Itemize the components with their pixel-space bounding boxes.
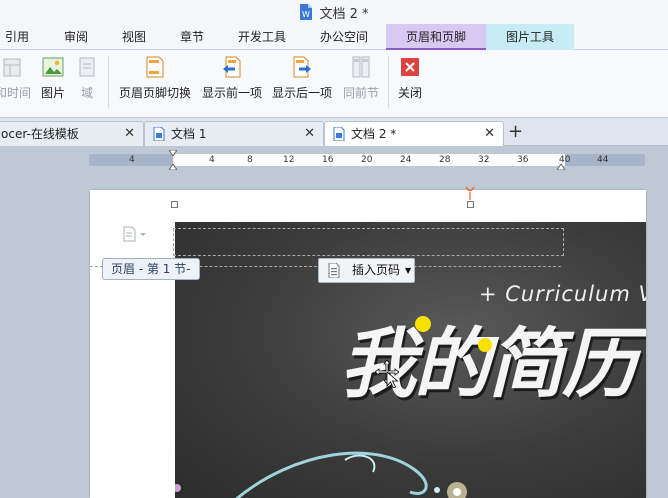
decor-dot <box>415 316 431 332</box>
ruler-tick: 4 <box>129 155 135 165</box>
wps-doc-icon <box>333 127 345 141</box>
show-previous-icon <box>223 56 241 78</box>
first-line-indent-marker[interactable] <box>169 150 177 156</box>
doc-tab-label: ocer-在线模板 <box>1 127 79 141</box>
doc-tab-document-1[interactable]: 文档 1 ✕ <box>144 121 324 146</box>
ruler-tick: 8 <box>247 155 253 165</box>
tab-references[interactable]: 引用 <box>0 24 34 50</box>
same-as-previous-icon <box>352 56 370 78</box>
tab-picture-tools[interactable]: 图片工具 <box>486 24 574 50</box>
ruler-tick: 4 <box>209 155 215 165</box>
show-next-icon <box>293 56 311 78</box>
left-indent-marker[interactable] <box>169 164 177 170</box>
doc-tab-online-templates[interactable]: ocer-在线模板 ✕ <box>0 121 144 146</box>
tab-developer-tools[interactable]: 开发工具 <box>230 24 294 50</box>
close-icon <box>401 58 419 76</box>
ruler-tick: 16 <box>322 155 334 165</box>
tab-header-footer[interactable]: 页眉和页脚 <box>386 24 486 50</box>
switch-header-footer-button[interactable]: 页眉页脚切换 <box>116 56 194 112</box>
insert-page-number-label: 插入页码 <box>352 263 401 277</box>
wps-doc-icon: W <box>300 4 313 20</box>
header-footer-switch-icon <box>146 56 164 78</box>
switch-header-footer-label: 页眉页脚切换 <box>118 86 191 100</box>
decor-swirl <box>175 451 467 498</box>
close-tab-icon[interactable]: ✕ <box>484 122 495 146</box>
picture-title-text: 我的简历 <box>340 319 638 408</box>
decor-dot <box>478 338 492 352</box>
document-tab-bar: ocer-在线模板 ✕ 文档 1 ✕ 文档 2 * ✕ + <box>0 118 668 146</box>
ruler-tick: 44 <box>597 155 609 165</box>
ruler-tick: 36 <box>517 155 529 165</box>
ribbon-divider <box>388 56 389 108</box>
same-as-previous-label: 同前节 <box>342 86 379 100</box>
menu-bar: 引用 审阅 视图 章节 开发工具 办公空间 页眉和页脚 图片工具 <box>0 24 668 50</box>
picture-icon <box>42 57 64 77</box>
document-page[interactable]: + Curriculum V 我的简历 页眉 - 第 1 节- 插入页码 ▼ <box>90 186 646 498</box>
close-header-footer-button[interactable]: 关闭 <box>394 56 426 112</box>
ruler-area: 4 4 8 12 16 20 24 28 32 36 40 44 <box>0 146 668 190</box>
resize-handle[interactable] <box>467 201 474 208</box>
ruler-tick: 20 <box>361 155 373 165</box>
same-as-previous-button[interactable]: 同前节 <box>340 56 382 112</box>
ruler-tick: 24 <box>400 155 412 165</box>
doc-tab-label: 文档 1 <box>171 127 207 141</box>
resize-handle[interactable] <box>171 201 178 208</box>
page-options-icon[interactable] <box>122 226 148 242</box>
ruler-tick: 28 <box>439 155 451 165</box>
header-section-label: 页眉 - 第 1 节- <box>102 258 200 280</box>
show-next-button[interactable]: 显示后一项 <box>270 56 334 112</box>
horizontal-ruler[interactable]: 4 4 8 12 16 20 24 28 32 36 40 44 <box>89 150 645 170</box>
field-button[interactable]: 域 <box>74 56 100 112</box>
ribbon-toolbar: 和时间 图片 域 页眉页脚切换 显示前一项 显示后一项 同前节 关闭 <box>0 50 668 118</box>
insert-page-number-button[interactable]: 插入页码 ▼ <box>318 258 415 283</box>
right-indent-marker[interactable] <box>557 164 565 170</box>
date-time-button[interactable]: 和时间 <box>0 56 32 112</box>
doc-tab-document-2[interactable]: 文档 2 * ✕ <box>324 121 504 146</box>
rotate-handle-icon[interactable] <box>464 186 476 200</box>
doc-tab-label: 文档 2 * <box>351 127 397 141</box>
show-previous-label: 显示前一项 <box>201 86 262 100</box>
picture-label: 图片 <box>40 86 65 100</box>
close-tab-icon[interactable]: ✕ <box>304 122 315 146</box>
ruler-tick: 32 <box>478 155 490 165</box>
wps-doc-icon <box>153 127 165 141</box>
close-tab-icon[interactable]: ✕ <box>124 122 135 146</box>
tab-view[interactable]: 视图 <box>114 24 154 50</box>
show-previous-button[interactable]: 显示前一项 <box>200 56 264 112</box>
page-number-icon <box>328 263 340 278</box>
picture-button[interactable]: 图片 <box>36 56 70 112</box>
ruler-tick: 12 <box>283 155 295 165</box>
chevron-down-icon: ▼ <box>405 266 412 275</box>
close-label: 关闭 <box>397 86 422 100</box>
svg-text:W: W <box>302 10 310 19</box>
field-icon <box>79 57 95 77</box>
datetime-icon <box>3 58 21 77</box>
new-tab-plus-icon[interactable]: + <box>508 120 523 144</box>
ribbon-divider <box>108 56 109 108</box>
field-label: 域 <box>80 86 93 100</box>
tab-review[interactable]: 审阅 <box>56 24 96 50</box>
show-next-label: 显示后一项 <box>271 86 332 100</box>
tab-office-space[interactable]: 办公空间 <box>312 24 376 50</box>
title-bar: W 文档 2 * <box>0 0 668 24</box>
header-editing-area[interactable] <box>173 228 564 256</box>
window-title: 文档 2 * <box>319 6 369 22</box>
tab-section[interactable]: 章节 <box>172 24 212 50</box>
move-cursor-icon <box>375 360 399 388</box>
date-time-label: 和时间 <box>0 86 31 100</box>
